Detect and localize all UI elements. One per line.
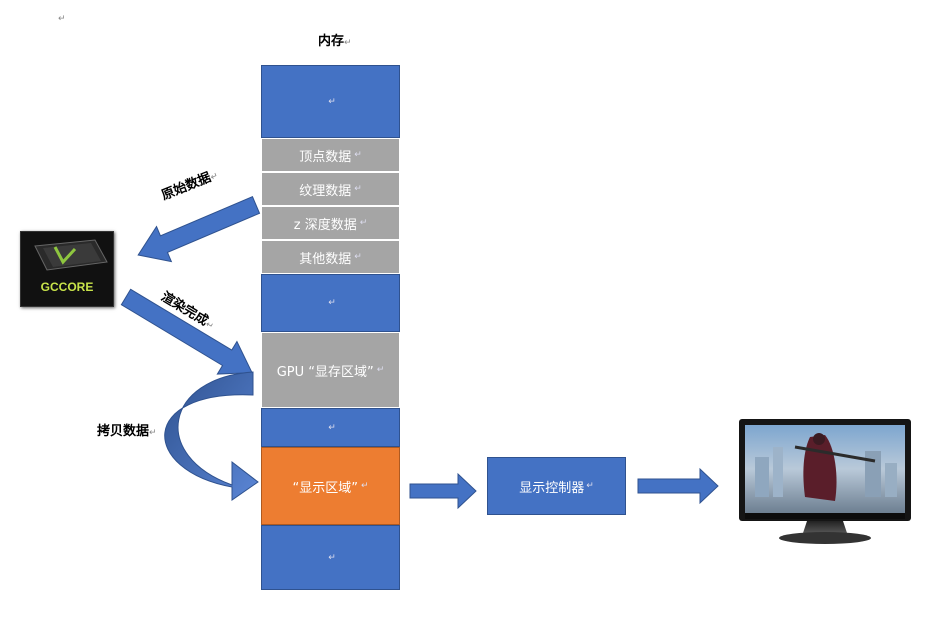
gpu-chip-icon <box>34 239 108 271</box>
display-controller-label: 显示控制器 <box>519 480 585 496</box>
raw-data-arrow <box>137 196 261 263</box>
copy-data-arrow <box>164 371 259 501</box>
copy-data-text: 拷贝数据 <box>97 424 150 439</box>
paragraph-mark: ↵ <box>149 428 157 438</box>
copy-data-label: 拷贝数据↵ <box>97 420 157 439</box>
to-monitor-arrow <box>637 467 719 505</box>
to-controller-arrow <box>409 472 477 510</box>
render-done-arrow <box>120 288 253 375</box>
display-controller: 显示控制器 ↵ <box>487 457 626 515</box>
gpu-chip: GCCORE <box>20 231 114 307</box>
monitor <box>735 417 935 547</box>
monitor-icon <box>739 419 911 544</box>
paragraph-mark: ↵ <box>586 481 594 491</box>
gpu-chip-brand: GCCORE <box>40 280 94 294</box>
